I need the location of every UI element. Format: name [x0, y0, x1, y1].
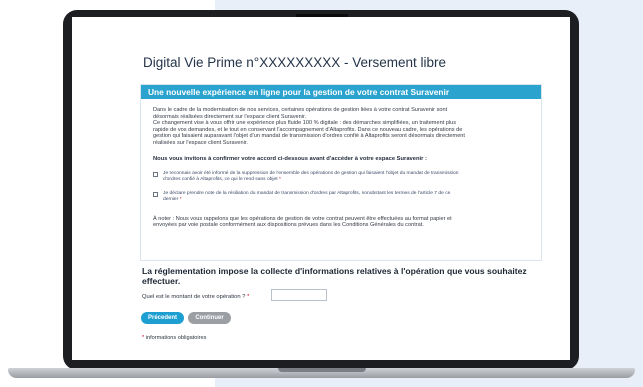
- laptop-base-lip: [278, 368, 366, 372]
- required-star: *: [278, 176, 281, 182]
- consent-label-line: d'ordres confié à Altaprofits, ce qui le…: [163, 176, 278, 182]
- intro-line: Dans le cadre de la modernisation de nos…: [153, 107, 448, 113]
- invite-text: Nous vous invitons à confirmer votre acc…: [153, 155, 427, 162]
- consent-label-suppression[interactable]: Je reconnais avoir été informé de la sup…: [163, 171, 458, 183]
- amount-label-text: Quel est le montant de votre opération ?: [142, 294, 246, 300]
- previous-button[interactable]: Précedent: [141, 312, 184, 324]
- required-note-text: informations obligatoires: [145, 335, 207, 341]
- regulation-heading: La réglementation impose la collecte d'i…: [142, 266, 527, 286]
- intro-line: désormais réalisées directement sur l'es…: [153, 113, 307, 120]
- intro-paragraph: Dans le cadre de la modernisation de nos…: [153, 107, 529, 147]
- continue-button[interactable]: Continuer: [188, 312, 231, 324]
- amount-input[interactable]: [271, 289, 327, 301]
- note-line: À noter : Nous vous rappelons que les op…: [153, 215, 452, 222]
- info-panel: Une nouvelle expérience en ligne pour la…: [140, 84, 542, 261]
- panel-body: Dans le cadre de la modernisation de nos…: [141, 99, 541, 229]
- page-title: Digital Vie Prime n°XXXXXXXXX - Versemen…: [143, 55, 447, 70]
- consent-label-line: Je déclare prendre note de la résiliatio…: [163, 190, 451, 196]
- amount-label: Quel est le montant de votre opération ?…: [142, 294, 249, 300]
- intro-line: gestion qui faisaient auparavant l'objet…: [153, 133, 465, 140]
- required-fields-note: * informations obligatoires: [142, 335, 206, 341]
- required-star: *: [179, 196, 182, 202]
- consent-checkbox-resiliation[interactable]: [153, 191, 158, 197]
- intro-line: Ce changement vise à vous offrir une exp…: [153, 120, 457, 127]
- consent-row-resiliation[interactable]: Je déclare prendre note de la résiliatio…: [153, 191, 529, 203]
- panel-header: Une nouvelle expérience en ligne pour la…: [141, 85, 541, 99]
- consent-row-suppression[interactable]: Je reconnais avoir été informé de la sup…: [153, 171, 529, 183]
- consent-label-line: dernier: [163, 196, 179, 202]
- consent-label-resiliation[interactable]: Je déclare prendre note de la résiliatio…: [163, 191, 450, 203]
- intro-line: réalisées sur l'espace client Suravenir.: [153, 139, 248, 146]
- required-star: *: [247, 294, 250, 300]
- required-star: *: [142, 335, 145, 341]
- intro-line: rapide de vos demandes, et le tout en co…: [153, 126, 463, 133]
- note-paragraph: À noter : Nous vous rappelons que les op…: [153, 216, 529, 229]
- laptop-display: Digital Vie Prime n°XXXXXXXXX - Versemen…: [72, 17, 570, 360]
- consent-checkbox-suppression[interactable]: [153, 171, 158, 177]
- note-line: envoyées par voie postale conformément a…: [153, 222, 424, 229]
